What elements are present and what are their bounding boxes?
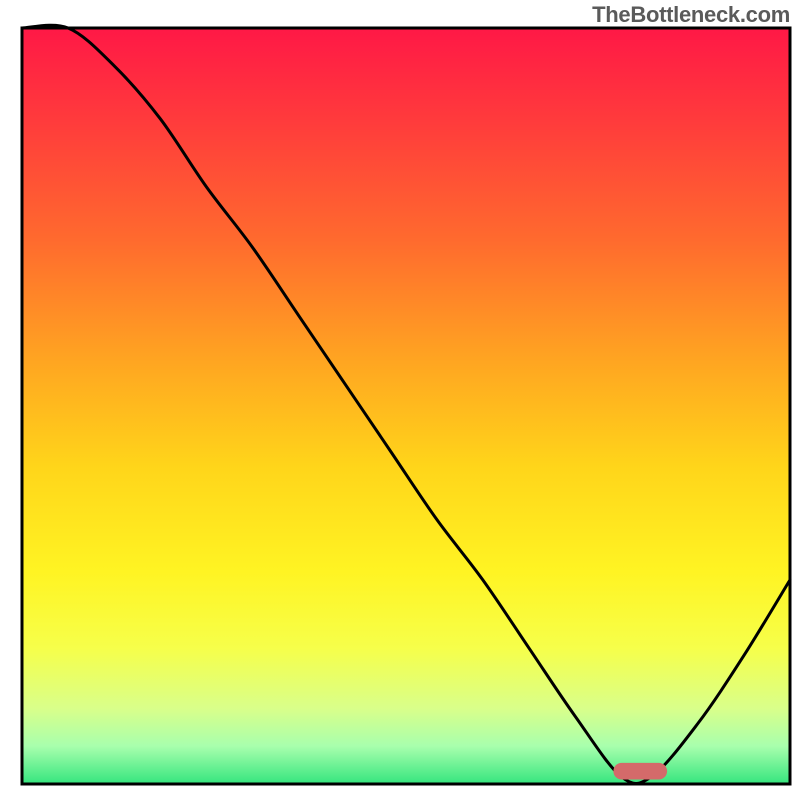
watermark-text: TheBottleneck.com	[592, 2, 790, 28]
bottleneck-chart	[0, 0, 800, 800]
chart-container: TheBottleneck.com	[0, 0, 800, 800]
optimal-marker	[613, 763, 667, 780]
plot-background	[22, 28, 790, 784]
